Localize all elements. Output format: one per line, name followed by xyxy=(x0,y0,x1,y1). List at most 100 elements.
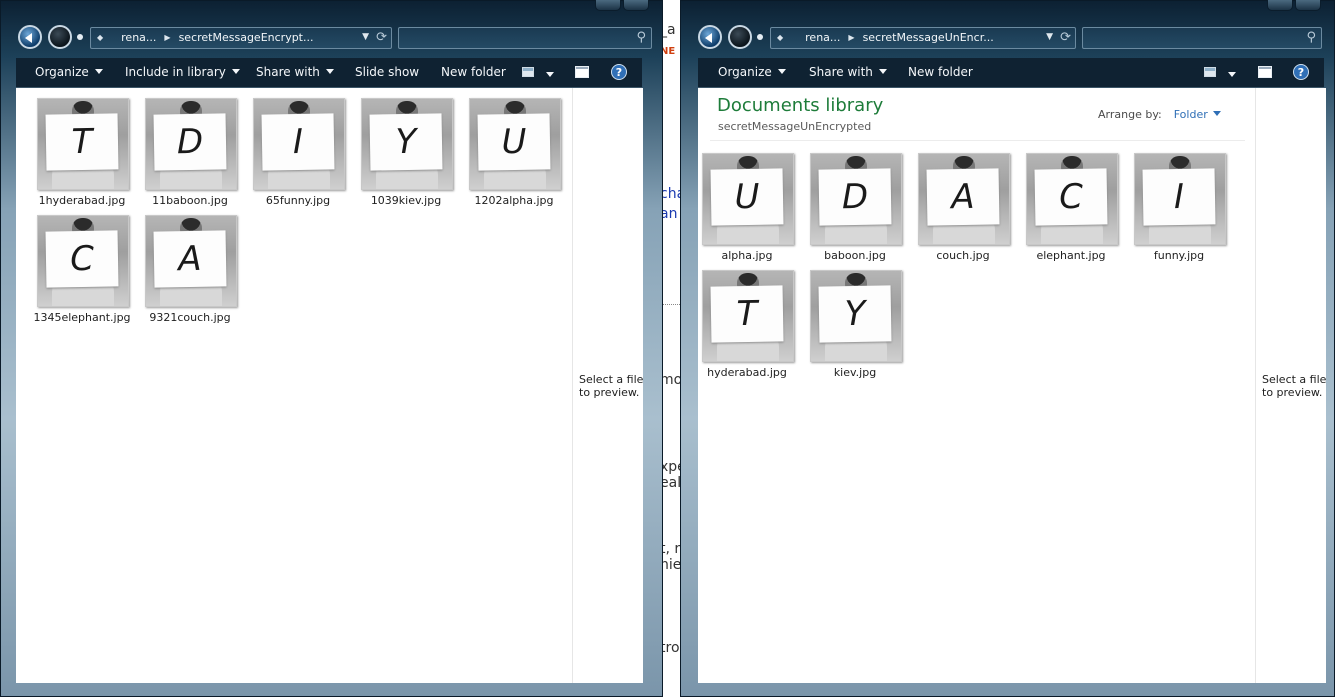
file-item[interactable]: D 11baboon.jpg xyxy=(141,98,249,215)
address-dropdown-icon[interactable]: ▼ xyxy=(1046,32,1053,42)
letter-card: I xyxy=(1142,168,1216,226)
file-name[interactable]: 1345elephant.jpg xyxy=(31,311,133,324)
file-item[interactable]: I 65funny.jpg xyxy=(249,98,357,215)
address-bar[interactable]: ◆ rena... ▶ secretMessageUnEncr... ▼ ⟳ xyxy=(770,27,1076,49)
file-name[interactable]: couch.jpg xyxy=(912,249,1014,262)
minimize-button[interactable] xyxy=(595,0,621,11)
views-dropdown-icon[interactable] xyxy=(1228,72,1236,77)
file-item[interactable]: T 1hyderabad.jpg xyxy=(33,98,141,215)
card-letter: T xyxy=(71,121,93,163)
breadcrumb: ◆ rena... ▶ secretMessageUnEncr... xyxy=(777,31,994,44)
preview-hint: Select a file to preview. xyxy=(579,373,644,399)
file-name[interactable]: baboon.jpg xyxy=(804,249,906,262)
help-icon[interactable]: ? xyxy=(1293,64,1309,80)
refresh-icon[interactable]: ⟳ xyxy=(376,30,387,45)
minimize-button[interactable] xyxy=(1267,0,1293,11)
maximize-button[interactable] xyxy=(1295,0,1321,11)
image-thumbnail[interactable]: U xyxy=(702,153,794,245)
image-thumbnail[interactable]: T xyxy=(702,270,794,362)
file-name[interactable]: 1202alpha.jpg xyxy=(463,194,565,207)
file-item[interactable]: C 1345elephant.jpg xyxy=(33,215,141,332)
breadcrumb-item[interactable]: secretMessageUnEncr... xyxy=(863,31,994,44)
file-item[interactable]: Celephant.jpg xyxy=(1022,153,1130,270)
new-folder-button[interactable]: New folder xyxy=(441,65,506,79)
file-name[interactable]: 1hyderabad.jpg xyxy=(31,194,133,207)
breadcrumb-item[interactable]: rena... xyxy=(121,31,156,44)
file-name[interactable]: 9321couch.jpg xyxy=(139,311,241,324)
file-name[interactable]: kiev.jpg xyxy=(804,366,906,379)
search-icon[interactable]: ⚲ xyxy=(1306,30,1316,45)
include-in-library-button[interactable]: Include in library xyxy=(125,65,240,79)
help-icon[interactable]: ? xyxy=(611,64,627,80)
file-item[interactable]: Acouch.jpg xyxy=(914,153,1022,270)
refresh-icon[interactable]: ⟳ xyxy=(1060,30,1071,45)
maximize-button[interactable] xyxy=(623,0,649,11)
arrange-value-dropdown[interactable]: Folder xyxy=(1174,108,1208,121)
chevron-right-icon[interactable]: ▶ xyxy=(848,33,854,42)
file-item[interactable]: U 1202alpha.jpg xyxy=(465,98,572,215)
file-name[interactable]: alpha.jpg xyxy=(698,249,798,262)
search-icon[interactable]: ⚲ xyxy=(636,30,646,45)
share-with-button[interactable]: Share with xyxy=(809,65,887,79)
image-thumbnail[interactable]: U xyxy=(469,98,561,190)
file-name[interactable]: 1039kiev.jpg xyxy=(355,194,457,207)
explorer-window-unencrypted: ◆ rena... ▶ secretMessageUnEncr... ▼ ⟳ ⚲… xyxy=(680,0,1335,697)
slide-show-button[interactable]: Slide show xyxy=(355,65,419,79)
address-dropdown-icon[interactable]: ▼ xyxy=(362,32,369,42)
address-bar[interactable]: ◆ rena... ▶ secretMessageEncrypt... ▼ ⟳ xyxy=(90,27,392,49)
back-button[interactable] xyxy=(18,25,42,49)
file-name[interactable]: 65funny.jpg xyxy=(247,194,349,207)
recent-pages-button[interactable] xyxy=(77,34,83,40)
file-item[interactable]: Thyderabad.jpg xyxy=(698,270,806,387)
image-thumbnail[interactable]: Y xyxy=(810,270,902,362)
chevron-icon: ◆ xyxy=(97,33,104,42)
image-thumbnail[interactable]: C xyxy=(1026,153,1118,245)
image-thumbnail[interactable]: A xyxy=(145,215,237,307)
file-name[interactable]: 11baboon.jpg xyxy=(139,194,241,207)
chevron-down-icon[interactable] xyxy=(1212,111,1221,116)
preview-pane: Select a file to preview. xyxy=(1255,88,1326,683)
letter-card: Y xyxy=(818,285,892,343)
organize-button[interactable]: Organize xyxy=(35,65,103,79)
recent-pages-button[interactable] xyxy=(757,34,763,40)
new-folder-button[interactable]: New folder xyxy=(908,65,973,79)
bg-text: cha xyxy=(660,186,680,202)
caption-buttons xyxy=(1267,0,1321,14)
file-name[interactable]: elephant.jpg xyxy=(1020,249,1122,262)
back-button[interactable] xyxy=(698,25,722,49)
file-item[interactable]: Ualpha.jpg xyxy=(698,153,806,270)
views-icon[interactable] xyxy=(1204,67,1216,77)
organize-button[interactable]: Organize xyxy=(718,65,786,79)
file-item[interactable]: Ykiev.jpg xyxy=(806,270,914,387)
share-with-button[interactable]: Share with xyxy=(256,65,334,79)
chevron-right-icon[interactable]: ▶ xyxy=(164,33,170,42)
search-input[interactable]: ⚲ xyxy=(1082,27,1322,49)
image-thumbnail[interactable]: D xyxy=(145,98,237,190)
file-item[interactable]: A 9321couch.jpg xyxy=(141,215,249,332)
breadcrumb: ◆ rena... ▶ secretMessageEncrypt... xyxy=(97,31,313,44)
bg-text: eal xyxy=(660,475,680,491)
image-thumbnail[interactable]: C xyxy=(37,215,129,307)
file-name[interactable]: funny.jpg xyxy=(1128,249,1230,262)
breadcrumb-item[interactable]: secretMessageEncrypt... xyxy=(179,31,314,44)
views-icon[interactable] xyxy=(522,67,534,77)
search-input[interactable]: ⚲ xyxy=(398,27,652,49)
breadcrumb-item[interactable]: rena... xyxy=(805,31,840,44)
image-thumbnail[interactable]: Y xyxy=(361,98,453,190)
card-letter: C xyxy=(69,238,95,280)
letter-card: U xyxy=(710,168,784,226)
file-item[interactable]: Ifunny.jpg xyxy=(1130,153,1238,270)
forward-button[interactable] xyxy=(728,25,752,49)
file-name[interactable]: hyderabad.jpg xyxy=(698,366,798,379)
image-thumbnail[interactable]: T xyxy=(37,98,129,190)
image-thumbnail[interactable]: D xyxy=(810,153,902,245)
views-dropdown-icon[interactable] xyxy=(546,72,554,77)
forward-button[interactable] xyxy=(48,25,72,49)
preview-pane-icon[interactable] xyxy=(575,66,589,78)
preview-pane-icon[interactable] xyxy=(1258,66,1272,78)
file-item[interactable]: Y 1039kiev.jpg xyxy=(357,98,465,215)
image-thumbnail[interactable]: A xyxy=(918,153,1010,245)
file-item[interactable]: Dbaboon.jpg xyxy=(806,153,914,270)
image-thumbnail[interactable]: I xyxy=(1134,153,1226,245)
image-thumbnail[interactable]: I xyxy=(253,98,345,190)
